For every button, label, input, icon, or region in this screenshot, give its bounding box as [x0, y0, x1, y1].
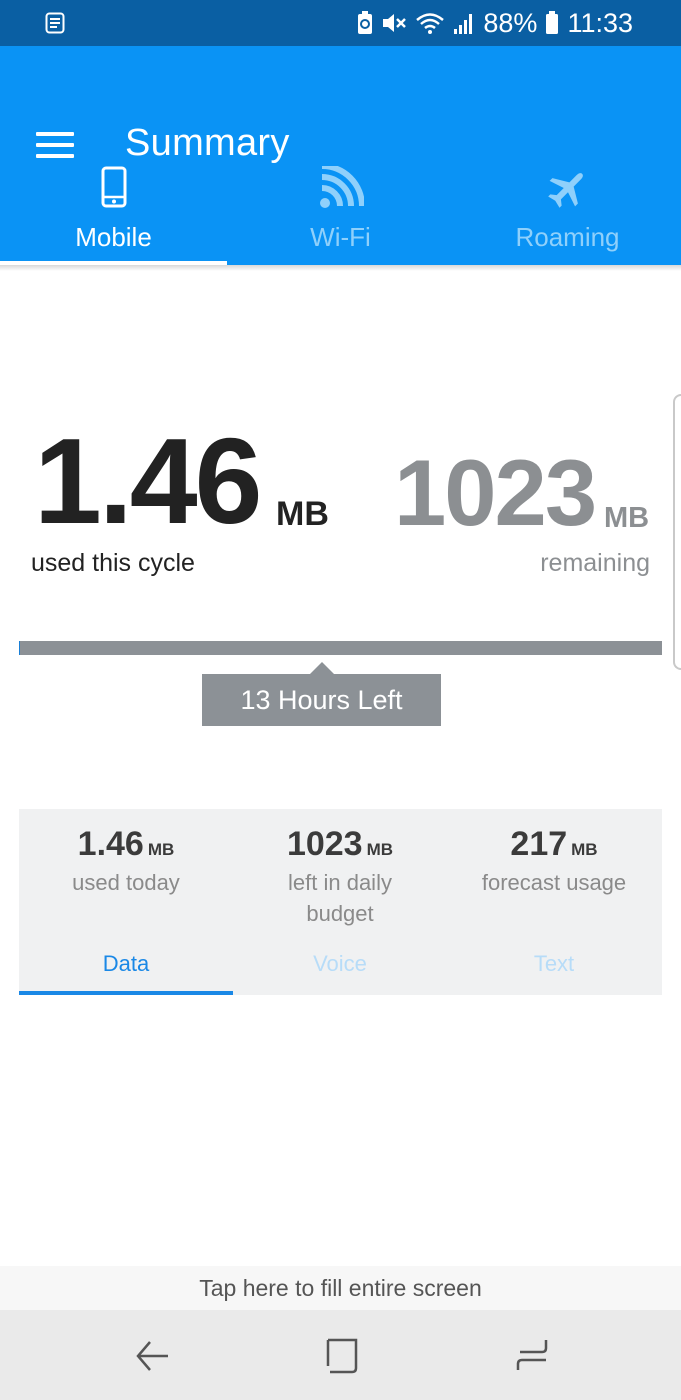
status-bar: 88% 11:33 [0, 0, 681, 46]
tab-voice[interactable]: Voice [233, 951, 447, 995]
app-bar-shadow [0, 265, 681, 271]
used-label: used this cycle [31, 549, 195, 577]
tab-text-label: Text [533, 951, 575, 976]
daily-stats-card: 1.46 MB used today 1023 MB left in daily b… [19, 809, 662, 995]
home-square-icon [326, 1338, 358, 1374]
remaining-amount: 1023 [394, 440, 597, 545]
remaining-label: remaining [540, 549, 650, 577]
system-nav-bar [0, 1310, 681, 1400]
hamburger-icon [36, 132, 74, 136]
tab-data-label: Data [102, 951, 150, 976]
stat-unit: MB [147, 840, 175, 859]
back-arrow-icon [136, 1341, 168, 1371]
phone-icon [101, 166, 127, 213]
time-left-badge: 13 Hours Left [202, 674, 441, 726]
time-pointer [310, 662, 334, 674]
tab-wifi[interactable]: Wi-Fi [227, 162, 454, 265]
menu-button[interactable] [36, 132, 74, 162]
battery-percent: 88% [483, 7, 538, 38]
cycle-progress-bar [19, 641, 662, 655]
page-title: Summary [125, 122, 290, 164]
stat-value: 1.46 [77, 825, 144, 863]
edge-panel-handle[interactable] [673, 394, 681, 670]
tab-mobile-label: Mobile [75, 222, 152, 252]
wifi-icon [415, 11, 445, 35]
stat-unit: MB [571, 840, 598, 859]
data-saver-icon [357, 11, 373, 35]
signal-icon [453, 11, 475, 35]
stat-value: 1023 [286, 825, 363, 863]
remaining-unit: MB [604, 502, 650, 534]
tab-text[interactable]: Text [447, 951, 661, 995]
used-amount: 1.46 [34, 413, 262, 549]
active-tab-indicator [19, 991, 233, 995]
home-button[interactable] [318, 1332, 366, 1380]
back-button[interactable] [128, 1332, 176, 1380]
tab-voice-label: Voice [313, 951, 367, 976]
notes-icon [45, 12, 65, 34]
used-unit: MB [276, 495, 329, 533]
tab-wifi-label: Wi-Fi [310, 222, 371, 252]
cycle-progress-fill [19, 641, 20, 655]
stat-unit: MB [366, 840, 394, 859]
stat-value: 217 [510, 825, 568, 863]
wifi-icon [318, 163, 365, 215]
stat-label: left in daily budget [288, 870, 392, 926]
clock: 11:33 [567, 7, 633, 38]
stat-label: forecast usage [481, 870, 627, 895]
airplane-icon [546, 166, 590, 215]
tab-mobile[interactable]: Mobile [0, 162, 227, 265]
app-bar: Summary Mobile Wi-Fi Roaming [0, 46, 681, 265]
fill-screen-button[interactable]: Tap here to fill entire screen [0, 1266, 681, 1310]
recents-button[interactable] [508, 1332, 556, 1380]
stat-label: used today [72, 870, 180, 895]
tab-data[interactable]: Data [19, 951, 233, 995]
mute-icon [381, 11, 407, 35]
tab-roaming-label: Roaming [515, 222, 620, 252]
recents-icon [516, 1340, 548, 1370]
battery-icon [545, 11, 559, 35]
tab-roaming[interactable]: Roaming [454, 162, 681, 265]
connection-tabs: Mobile Wi-Fi Roaming [0, 162, 681, 265]
